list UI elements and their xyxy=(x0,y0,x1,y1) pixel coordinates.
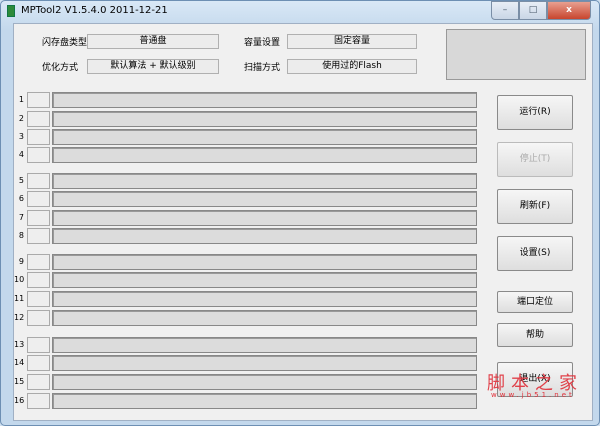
preview-panel xyxy=(446,29,586,80)
port-progress-bar xyxy=(52,254,477,270)
app-window: MPTool2 V1.5.4.0 2011-12-21 – □ x 闪存盘类型 … xyxy=(0,0,600,426)
port-button[interactable] xyxy=(27,147,50,163)
port-button[interactable] xyxy=(27,310,50,326)
run-button[interactable]: 运行(R) xyxy=(497,95,573,130)
port-number: 15 xyxy=(14,377,25,386)
port-button[interactable] xyxy=(27,92,50,108)
main-panel: 闪存盘类型 普通盘 容量设置 固定容量 优化方式 默认算法 + 默认级别 扫描方… xyxy=(13,23,593,421)
port-number: 7 xyxy=(18,213,24,222)
settings-button[interactable]: 设置(S) xyxy=(497,236,573,271)
port-progress-bar xyxy=(52,173,477,189)
port-progress-bar xyxy=(52,291,477,307)
minimize-button[interactable]: – xyxy=(491,1,519,20)
port-number: 5 xyxy=(18,176,24,185)
app-icon xyxy=(7,5,15,17)
port-number: 14 xyxy=(14,358,25,367)
port-number: 16 xyxy=(14,396,25,405)
port-progress-bar xyxy=(52,147,477,163)
port-progress-bar xyxy=(52,374,477,390)
port-number: 12 xyxy=(14,313,25,322)
port-progress-bar xyxy=(52,355,477,371)
port-button[interactable] xyxy=(27,393,50,409)
port-number: 3 xyxy=(18,132,24,141)
port-progress-bar xyxy=(52,393,477,409)
port-number: 2 xyxy=(18,114,24,123)
close-button[interactable]: x xyxy=(547,1,591,20)
port-number: 13 xyxy=(14,340,25,349)
port-number: 8 xyxy=(18,231,24,240)
port-button[interactable] xyxy=(27,254,50,270)
port-progress-bar xyxy=(52,92,477,108)
port-number: 11 xyxy=(14,294,25,303)
port-button[interactable] xyxy=(27,210,50,226)
optimize-label: 优化方式 xyxy=(42,63,79,73)
flash-type-field: 普通盘 xyxy=(87,34,219,49)
window-title: MPTool2 V1.5.4.0 2011-12-21 xyxy=(21,5,168,16)
port-button[interactable] xyxy=(27,129,50,145)
port-progress-bar xyxy=(52,272,477,288)
capacity-label: 容量设置 xyxy=(244,38,281,48)
port-button[interactable] xyxy=(27,291,50,307)
port-progress-bar xyxy=(52,191,477,207)
flash-type-label: 闪存盘类型 xyxy=(42,38,88,48)
port-button[interactable] xyxy=(27,272,50,288)
optimize-field: 默认算法 + 默认级别 xyxy=(87,59,219,74)
port-progress-bar xyxy=(52,210,477,226)
help-button[interactable]: 帮助 xyxy=(497,323,573,347)
port-number: 10 xyxy=(14,275,25,284)
port-progress-bar xyxy=(52,129,477,145)
scan-label: 扫描方式 xyxy=(244,63,281,73)
scan-field: 使用过的Flash xyxy=(287,59,417,74)
port-number: 9 xyxy=(18,257,24,266)
port-button[interactable] xyxy=(27,191,50,207)
port-locate-button[interactable]: 端口定位 xyxy=(497,291,573,313)
port-progress-bar xyxy=(52,111,477,127)
port-progress-bar xyxy=(52,337,477,353)
port-progress-bar xyxy=(52,228,477,244)
stop-button[interactable]: 停止(T) xyxy=(497,142,573,177)
port-button[interactable] xyxy=(27,173,50,189)
watermark-url: www.jb51.net xyxy=(491,391,575,399)
port-button[interactable] xyxy=(27,228,50,244)
port-number: 6 xyxy=(18,194,24,203)
capacity-field: 固定容量 xyxy=(287,34,417,49)
port-progress-bar xyxy=(52,310,477,326)
port-button[interactable] xyxy=(27,337,50,353)
port-button[interactable] xyxy=(27,374,50,390)
maximize-button[interactable]: □ xyxy=(519,1,547,20)
refresh-button[interactable]: 刷新(F) xyxy=(497,189,573,224)
port-button[interactable] xyxy=(27,111,50,127)
port-number: 4 xyxy=(18,150,24,159)
port-number: 1 xyxy=(18,95,24,104)
port-button[interactable] xyxy=(27,355,50,371)
